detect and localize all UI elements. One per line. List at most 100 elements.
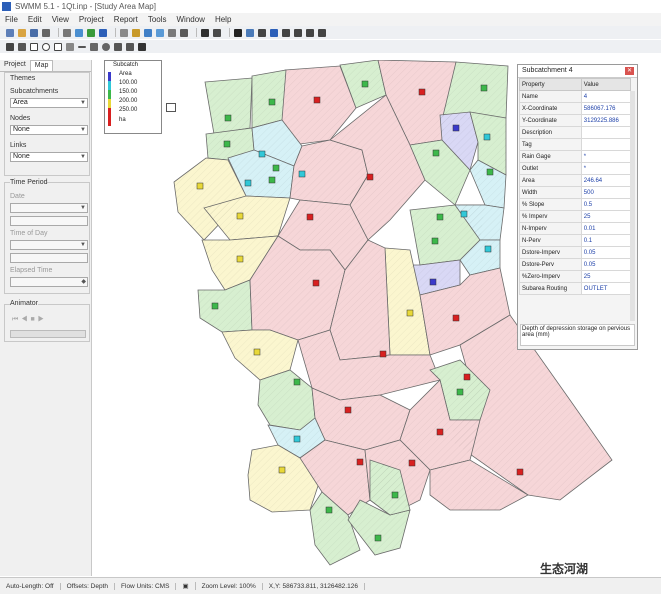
subcatchment-centroid-marker[interactable] (486, 168, 494, 176)
property-value[interactable]: 3129225.886 (580, 114, 632, 127)
subcatchment-centroid-marker[interactable] (431, 237, 439, 245)
subcatchment-centroid-marker[interactable] (211, 302, 219, 310)
table-row[interactable]: X-Coordinate 586067.176 (519, 102, 632, 115)
zoom-in-icon[interactable] (282, 28, 290, 37)
table-row[interactable]: Outlet * (519, 162, 632, 175)
divider-icon[interactable] (54, 42, 62, 51)
property-value[interactable]: 0.05 (580, 258, 632, 271)
weir-icon[interactable] (114, 42, 122, 51)
subcatchment-centroid-marker[interactable] (253, 348, 261, 356)
subcatchment-centroid-marker[interactable] (196, 182, 204, 190)
region-icon[interactable] (258, 28, 266, 37)
map-note-icon[interactable] (166, 103, 176, 112)
column-header-property[interactable]: Property (519, 78, 582, 91)
subcatchment-centroid-marker[interactable] (293, 435, 301, 443)
run-icon[interactable] (87, 28, 95, 37)
table-row[interactable]: N-Imperv 0.01 (519, 222, 632, 235)
subcatchment-centroid-marker[interactable] (278, 466, 286, 474)
report-icon[interactable] (120, 28, 128, 37)
tab-map[interactable]: Map (29, 60, 54, 71)
table-row[interactable]: Rain Gage * (519, 150, 632, 163)
subcatchment-centroid-marker[interactable] (313, 96, 321, 104)
animator-controls[interactable]: ⏮◀■▶ (12, 316, 47, 324)
property-value[interactable]: * (580, 162, 632, 175)
open-file-icon[interactable] (18, 28, 26, 37)
print-icon[interactable] (42, 28, 50, 37)
profile-icon[interactable] (144, 28, 152, 37)
subcatchment-centroid-marker[interactable] (298, 170, 306, 178)
subcatchment-centroid-marker[interactable] (356, 458, 364, 466)
conduit-icon[interactable] (78, 45, 86, 48)
nodes-select[interactable]: None ▼ (10, 125, 88, 135)
subcatchment-centroid-marker[interactable] (429, 278, 437, 286)
storage-icon[interactable] (66, 42, 74, 51)
pan-icon[interactable] (270, 28, 278, 37)
table-row[interactable]: % Slope 0.5 (519, 198, 632, 211)
subcatchment-centroid-marker[interactable] (463, 373, 471, 381)
column-header-value[interactable]: Value (580, 78, 632, 91)
measure-icon[interactable] (318, 28, 326, 37)
menu-tools[interactable]: Tools (143, 15, 172, 24)
subcatchment-centroid-marker[interactable] (223, 140, 231, 148)
table-icon[interactable] (168, 28, 176, 37)
vertex-icon[interactable] (246, 28, 254, 37)
table-row[interactable]: Dstore-Perv 0.05 (519, 258, 632, 271)
table-row[interactable]: Description (519, 126, 632, 139)
outfall-icon[interactable] (42, 42, 50, 51)
subcatchment-icon[interactable] (18, 42, 26, 51)
table-row[interactable]: N-Perv 0.1 (519, 234, 632, 247)
elapsed-time-input[interactable]: ◆ (10, 277, 88, 287)
subcatchment-centroid-marker[interactable] (408, 459, 416, 467)
subcatchment-centroid-marker[interactable] (325, 506, 333, 514)
property-value[interactable] (580, 126, 632, 139)
time-of-day-select[interactable]: ▼ (10, 240, 88, 250)
subcatchment-centroid-marker[interactable] (436, 428, 444, 436)
subcatchment-centroid-marker[interactable] (258, 150, 266, 158)
subcatchment-centroid-marker[interactable] (484, 245, 492, 253)
flow-units-status[interactable]: Flow Units: CMS (115, 582, 177, 590)
table-row[interactable]: Area 246.64 (519, 174, 632, 187)
copy-icon[interactable] (63, 28, 71, 37)
subcatchment-centroid-marker[interactable] (272, 164, 280, 172)
property-value[interactable]: 0.01 (580, 222, 632, 235)
table-row[interactable]: Width 500 (519, 186, 632, 199)
arrange-icon[interactable] (213, 28, 221, 37)
subcatchment-centroid-marker[interactable] (456, 388, 464, 396)
subcatchment-centroid-marker[interactable] (312, 279, 320, 287)
property-value[interactable]: 4 (580, 90, 632, 103)
subcatchment-centroid-marker[interactable] (236, 255, 244, 263)
links-select[interactable]: None ▼ (10, 152, 88, 162)
query-icon[interactable] (99, 28, 107, 37)
property-value[interactable]: 0.5 (580, 198, 632, 211)
property-value[interactable]: 586067.176 (580, 102, 632, 115)
property-value[interactable]: 246.64 (580, 174, 632, 187)
subcatchment-centroid-marker[interactable] (460, 210, 468, 218)
subcatchment-centroid-marker[interactable] (293, 378, 301, 386)
subcatchment-centroid-marker[interactable] (480, 84, 488, 92)
property-scrollbar[interactable] (630, 91, 635, 321)
select-arrow-icon[interactable] (234, 28, 242, 37)
property-value[interactable]: 0.05 (580, 246, 632, 259)
orifice-icon[interactable] (102, 42, 110, 51)
table-row[interactable]: % Imperv 25 (519, 210, 632, 223)
property-editor[interactable]: Subcatchment 4 ✕ Property Value Name 4 X-C… (517, 64, 638, 350)
property-value[interactable]: 25 (580, 270, 632, 283)
table-row[interactable]: Subarea Routing OUTLET (519, 282, 632, 295)
subcatchment-centroid-marker[interactable] (306, 213, 314, 221)
menu-help[interactable]: Help (210, 15, 236, 24)
auto-length-status[interactable]: Auto-Length: Off (0, 582, 61, 590)
time-of-day-slider[interactable] (10, 253, 88, 263)
table-row[interactable]: Y-Coordinate 3129225.886 (519, 114, 632, 127)
subcatchment-centroid-marker[interactable] (406, 309, 414, 317)
close-icon[interactable]: ✕ (625, 67, 634, 75)
subcatchment-centroid-marker[interactable] (436, 213, 444, 221)
table-row[interactable]: Tag (519, 138, 632, 151)
new-file-icon[interactable] (6, 28, 14, 37)
scatter-icon[interactable] (156, 28, 164, 37)
junction-icon[interactable] (30, 42, 38, 51)
property-value[interactable]: OUTLET (580, 282, 632, 295)
subcatchment-centroid-marker[interactable] (391, 491, 399, 499)
subcatchment-centroid-marker[interactable] (268, 98, 276, 106)
subcatchment-centroid-marker[interactable] (366, 173, 374, 181)
subcatchment-centroid-marker[interactable] (236, 212, 244, 220)
